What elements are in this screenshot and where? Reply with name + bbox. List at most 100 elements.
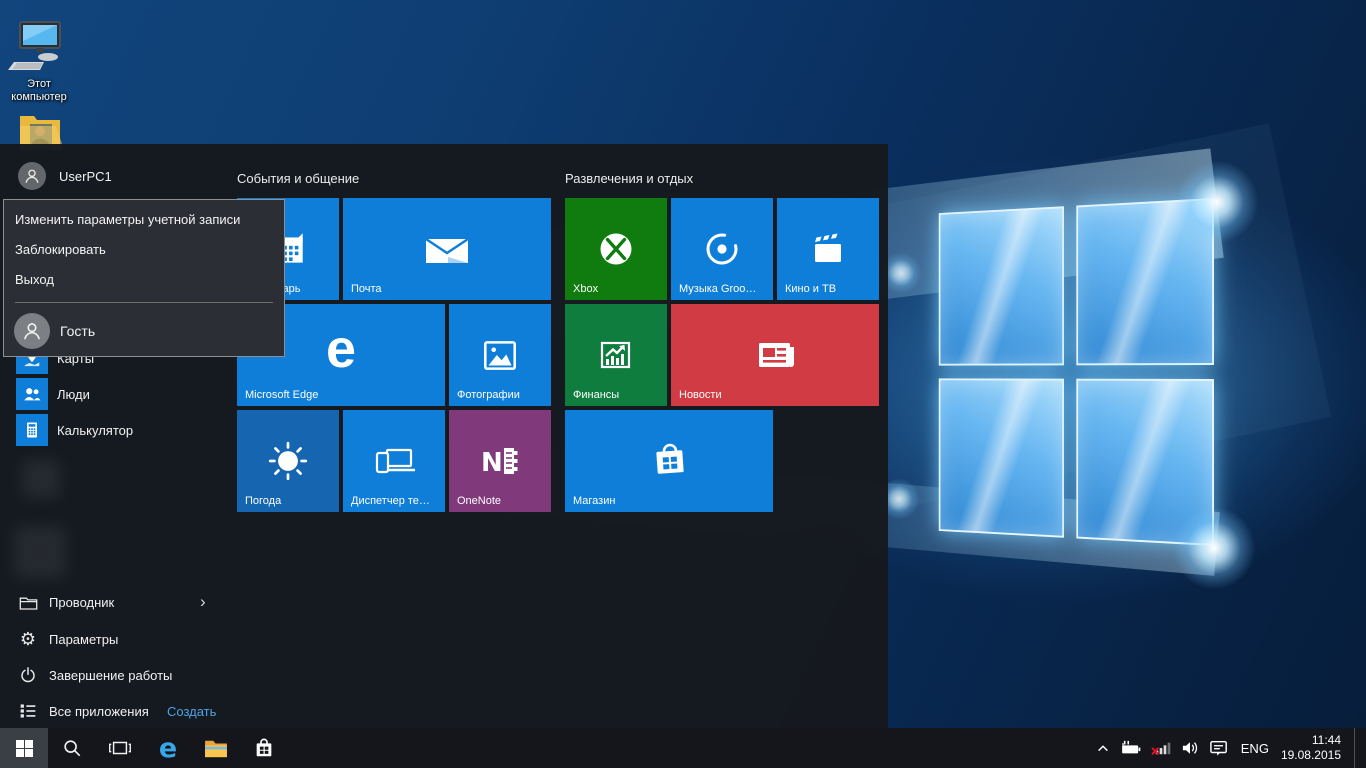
language-indicator[interactable]: ENG bbox=[1238, 741, 1272, 756]
windows-logo-icon bbox=[16, 740, 33, 757]
calculator-icon bbox=[16, 414, 48, 446]
menu-item-lock[interactable]: Заблокировать bbox=[4, 235, 284, 265]
windows-logo-window bbox=[939, 198, 1214, 546]
sidebar-item-people[interactable]: Люди bbox=[16, 378, 90, 410]
devices-icon bbox=[371, 440, 417, 482]
photos-icon bbox=[479, 334, 521, 376]
sidebar-item-all-apps[interactable]: Все приложения bbox=[18, 698, 149, 724]
onenote-icon: N bbox=[477, 440, 523, 482]
user-name: UserPC1 bbox=[59, 169, 112, 184]
light-flare bbox=[1175, 160, 1259, 244]
taskbar: e bbox=[0, 728, 1366, 768]
menu-item-guest[interactable]: Гость bbox=[4, 309, 284, 353]
desktop-icon-this-pc[interactable]: Этот компьютер bbox=[0, 18, 78, 104]
menu-item-change-account-settings[interactable]: Изменить параметры учетной записи bbox=[4, 205, 284, 235]
light-flare bbox=[1172, 506, 1256, 590]
sidebar-item-label: Проводник bbox=[49, 595, 114, 610]
sidebar-item-label: Завершение работы bbox=[49, 668, 172, 683]
ghost-artifact bbox=[22, 460, 60, 498]
ghost-artifact bbox=[14, 526, 66, 578]
sidebar-item-label: Люди bbox=[57, 387, 90, 402]
group-title[interactable]: События и общение bbox=[237, 171, 551, 189]
finance-icon bbox=[594, 333, 638, 377]
action-center-icon[interactable] bbox=[1209, 739, 1229, 757]
clock-date: 19.08.2015 bbox=[1281, 748, 1341, 763]
store-icon bbox=[646, 439, 692, 483]
menu-separator bbox=[15, 302, 273, 303]
start-button[interactable] bbox=[0, 728, 48, 768]
search-button[interactable] bbox=[48, 728, 96, 768]
tile-xbox[interactable]: Xbox bbox=[565, 198, 667, 300]
taskbar-clock[interactable]: 11:44 19.08.2015 bbox=[1281, 733, 1345, 763]
sidebar-item-settings[interactable]: ⚙ Параметры bbox=[18, 626, 118, 652]
window-pane bbox=[939, 206, 1064, 365]
tile-weather[interactable]: Погода bbox=[237, 410, 339, 512]
this-pc-icon bbox=[0, 18, 78, 76]
tile-photos[interactable]: Фотографии bbox=[449, 304, 551, 406]
tile-group-entertainment: Развлечения и отдых Xbox bbox=[565, 171, 879, 512]
show-desktop-button[interactable] bbox=[1354, 728, 1360, 768]
folder-icon bbox=[204, 738, 228, 758]
task-view-button[interactable] bbox=[96, 728, 144, 768]
all-apps-icon bbox=[18, 701, 38, 721]
user-avatar-icon bbox=[18, 162, 46, 190]
tile-label: OneNote bbox=[457, 495, 546, 507]
clock-time: 11:44 bbox=[1281, 733, 1341, 748]
window-pane bbox=[939, 378, 1064, 537]
tile-money[interactable]: Финансы bbox=[565, 304, 667, 406]
tile-news[interactable]: Новости bbox=[671, 304, 879, 406]
mail-icon bbox=[422, 229, 472, 269]
group-title[interactable]: Развлечения и отдых bbox=[565, 171, 879, 189]
tile-label: Фотографии bbox=[457, 389, 546, 401]
movies-tv-icon bbox=[806, 228, 850, 270]
news-icon bbox=[751, 334, 799, 376]
power-icon bbox=[18, 665, 38, 685]
tile-groove-music[interactable]: Музыка Groo… bbox=[671, 198, 773, 300]
search-icon bbox=[62, 738, 82, 758]
tile-label: Музыка Groo… bbox=[679, 283, 768, 295]
tile-label: Почта bbox=[351, 283, 546, 295]
gear-icon: ⚙ bbox=[18, 629, 38, 649]
sidebar-item-label: Калькулятор bbox=[57, 423, 133, 438]
xbox-icon bbox=[594, 227, 638, 271]
tile-task-manager[interactable]: Диспетчер те… bbox=[343, 410, 445, 512]
weather-sun-icon bbox=[265, 438, 311, 484]
sidebar-item-explorer[interactable]: Проводник bbox=[18, 589, 114, 615]
system-tray: ENG 11:44 19.08.2015 bbox=[1095, 728, 1366, 768]
battery-icon[interactable] bbox=[1120, 740, 1142, 756]
user-account-button[interactable]: UserPC1 bbox=[18, 162, 112, 190]
volume-icon[interactable] bbox=[1180, 740, 1200, 756]
sidebar-item-label: Все приложения bbox=[49, 704, 149, 719]
svg-text:N: N bbox=[481, 448, 503, 478]
desktop-icon-label: Этот компьютер bbox=[0, 78, 78, 104]
tile-label: Кино и ТВ bbox=[785, 283, 874, 295]
task-view-icon bbox=[109, 739, 131, 757]
folder-icon bbox=[18, 592, 38, 612]
sidebar-item-calculator[interactable]: Калькулятор bbox=[16, 414, 133, 446]
sidebar-item-label: Параметры bbox=[49, 632, 118, 647]
tile-label: Погода bbox=[245, 495, 334, 507]
account-context-menu: Изменить параметры учетной записи Заблок… bbox=[3, 199, 285, 357]
network-error-icon[interactable] bbox=[1151, 740, 1171, 756]
tile-store[interactable]: Магазин bbox=[565, 410, 773, 512]
guest-avatar-icon bbox=[14, 313, 50, 349]
hidden-icons-chevron[interactable] bbox=[1095, 741, 1111, 755]
edge-taskbar-button[interactable]: e bbox=[144, 728, 192, 768]
tile-label: Диспетчер те… bbox=[351, 495, 440, 507]
tile-movies-tv[interactable]: Кино и ТВ bbox=[777, 198, 879, 300]
file-explorer-button[interactable] bbox=[192, 728, 240, 768]
edge-icon: e bbox=[159, 733, 177, 764]
store-icon bbox=[253, 737, 275, 759]
edge-icon: e bbox=[326, 322, 356, 376]
tile-onenote[interactable]: N OneNote bbox=[449, 410, 551, 512]
groove-music-icon bbox=[700, 227, 744, 271]
tile-label: Новости bbox=[679, 389, 874, 401]
menu-item-sign-out[interactable]: Выход bbox=[4, 265, 284, 295]
sidebar-item-power[interactable]: Завершение работы bbox=[18, 662, 172, 688]
chevron-right-icon[interactable]: › bbox=[200, 589, 206, 615]
store-taskbar-button[interactable] bbox=[240, 728, 288, 768]
tile-label: Microsoft Edge bbox=[245, 389, 440, 401]
tile-mail[interactable]: Почта bbox=[343, 198, 551, 300]
create-link[interactable]: Создать bbox=[167, 699, 216, 725]
guest-label: Гость bbox=[60, 323, 95, 339]
